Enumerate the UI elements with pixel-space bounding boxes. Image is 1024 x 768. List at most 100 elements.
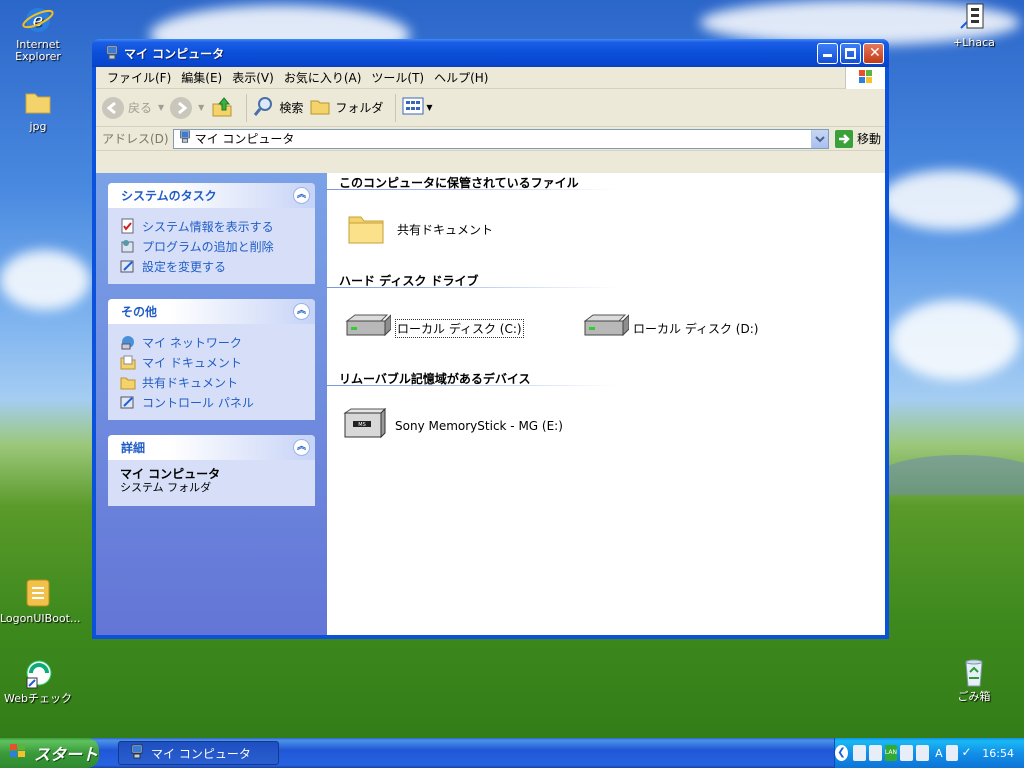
desktop-icon-lhaca[interactable]: +Lhaca — [936, 2, 1012, 49]
taskbar-task-my-computer[interactable]: マイ コンピュータ — [118, 741, 279, 765]
toolbar-separator — [246, 93, 248, 122]
tray-ime-indicator[interactable]: A — [935, 747, 943, 760]
wallpaper-cloud — [0, 250, 90, 310]
other-places-panel: その他 ︽ マイ ネットワーク マイ ドキュメント 共有ドキュメント コントロー… — [108, 299, 315, 420]
go-label: 移動 — [856, 132, 881, 146]
svg-text:MS: MS — [358, 422, 366, 428]
task-change-settings[interactable]: 設定を変更する — [120, 256, 303, 276]
tray-ime-tool-icon[interactable]: ✓ — [961, 745, 974, 761]
desktop-icon-label: Internet Explorer — [15, 38, 61, 63]
desktop-icon-jpg-folder[interactable]: jpg — [0, 86, 76, 133]
start-button[interactable]: スタート — [0, 738, 99, 768]
menu-edit[interactable]: 編集(E) — [176, 69, 227, 86]
my-computer-icon — [129, 744, 145, 763]
window-content: ファイル(F) 編集(E) 表示(V) お気に入り(A) ツール(T) ヘルプ(… — [96, 67, 885, 635]
group-divider — [327, 385, 617, 386]
details-header[interactable]: 詳細 ︽ — [108, 435, 315, 460]
back-dropdown-icon[interactable]: ▼ — [158, 103, 164, 112]
minimize-button[interactable] — [817, 42, 838, 64]
maximize-button[interactable] — [840, 42, 861, 64]
item-shared-documents[interactable]: 共有ドキュメント — [347, 209, 493, 250]
folders-button[interactable]: フォルダ — [309, 95, 383, 120]
group-divider — [327, 287, 617, 288]
tray-expand-icon[interactable]: ❮ — [835, 745, 848, 761]
tray-safely-remove-icon[interactable] — [868, 745, 882, 761]
place-label: マイ ドキュメント — [142, 355, 242, 370]
item-local-disk-c[interactable]: ローカル ディスク (C:) — [343, 313, 524, 344]
desktop-icon-label: Webチェック — [4, 692, 72, 705]
place-shared-documents[interactable]: 共有ドキュメント — [120, 372, 303, 392]
item-label: Sony MemoryStick - MG (E:) — [395, 418, 563, 433]
task-label: 設定を変更する — [142, 259, 227, 274]
place-label: コントロール パネル — [142, 395, 254, 410]
internet-explorer-icon: e — [21, 4, 55, 36]
views-button[interactable]: ▼ — [402, 95, 433, 120]
system-tasks-header[interactable]: システムのタスク ︽ — [108, 183, 315, 208]
control-panel-icon — [120, 394, 136, 410]
task-add-remove-programs[interactable]: プログラムの追加と削除 — [120, 236, 303, 256]
tray-pen-icon[interactable] — [916, 745, 930, 761]
window-title: マイ コンピュータ — [124, 46, 225, 61]
address-dropdown-button[interactable] — [810, 129, 828, 148]
search-label: 検索 — [279, 101, 304, 115]
menu-help[interactable]: ヘルプ(H) — [429, 69, 493, 86]
go-button[interactable]: 移動 — [834, 129, 881, 148]
document-icon — [21, 578, 55, 610]
collapse-chevron-icon[interactable]: ︽ — [293, 187, 310, 204]
task-label: プログラムの追加と削除 — [142, 239, 274, 254]
collapse-chevron-icon[interactable]: ︽ — [293, 303, 310, 320]
menu-view[interactable]: 表示(V) — [227, 69, 279, 86]
desktop-icon-label: LogonUIBoot... — [0, 612, 81, 625]
task-label: マイ コンピュータ — [151, 746, 251, 761]
desktop-icon-webcheck[interactable]: Webチェック — [0, 658, 76, 705]
close-button[interactable]: ✕ — [863, 42, 884, 64]
place-my-documents[interactable]: マイ ドキュメント — [120, 352, 303, 372]
place-my-network[interactable]: マイ ネットワーク — [120, 332, 303, 352]
up-button[interactable] — [210, 94, 234, 121]
item-local-disk-d[interactable]: ローカル ディスク (D:) — [581, 313, 758, 344]
task-view-system-info[interactable]: システム情報を表示する — [120, 216, 303, 236]
place-label: マイ ネットワーク — [142, 335, 242, 350]
task-label: システム情報を表示する — [142, 219, 274, 234]
forward-dropdown-icon[interactable]: ▼ — [198, 103, 204, 112]
toolbar: 戻る ▼ ▼ 検索 フォルダ ▼ — [96, 89, 885, 127]
explorer-window: マイ コンピュータ ✕ ファイル(F) 編集(E) 表示(V) お気に入り(A)… — [92, 39, 889, 639]
window-body: システムのタスク ︽ システム情報を表示する プログラムの追加と削除 設定を変更… — [96, 173, 885, 635]
my-computer-icon — [178, 130, 192, 147]
recycle-bin-icon — [957, 656, 991, 688]
place-control-panel[interactable]: コントロール パネル — [120, 392, 303, 412]
back-button[interactable]: 戻る ▼ — [102, 96, 164, 119]
group-divider — [327, 189, 617, 190]
panel-title: システムのタスク — [121, 189, 217, 203]
tray-network-icon[interactable] — [852, 745, 866, 761]
tray-ime-mode-icon[interactable] — [945, 745, 959, 761]
tray-lan-icon[interactable]: LAN — [884, 745, 898, 761]
tray-display-icon[interactable] — [900, 745, 914, 761]
forward-button[interactable]: ▼ — [170, 96, 204, 119]
system-tray: ❮ LAN A ✓ 16:54 — [834, 738, 1024, 768]
tray-clock[interactable]: 16:54 — [982, 747, 1014, 760]
desktop-icon-recycle-bin[interactable]: ごみ箱 — [936, 656, 1012, 703]
menu-tools[interactable]: ツール(T) — [366, 69, 429, 86]
toolbar-separator — [395, 93, 397, 122]
address-bar: アドレス(D) マイ コンピュータ 移動 — [96, 127, 885, 151]
menu-favorites[interactable]: お気に入り(A) — [279, 69, 367, 86]
item-label: ローカル ディスク (C:) — [395, 319, 524, 338]
menu-file[interactable]: ファイル(F) — [102, 69, 176, 86]
other-places-header[interactable]: その他 ︽ — [108, 299, 315, 324]
file-list-pane: このコンピュータに保管されているファイル 共有ドキュメント ハード ディスク ド… — [327, 173, 885, 635]
item-label: ローカル ディスク (D:) — [633, 322, 759, 336]
collapse-chevron-icon[interactable]: ︽ — [293, 439, 310, 456]
item-memorystick-e[interactable]: MS Sony MemoryStick - MG (E:) — [343, 407, 563, 444]
control-panel-icon — [120, 258, 136, 274]
address-input[interactable]: マイ コンピュータ — [172, 128, 829, 149]
panel-title: 詳細 — [121, 441, 146, 455]
taskbar: スタート マイ コンピュータ ❮ LAN A ✓ 16:54 — [0, 738, 1024, 768]
my-documents-icon — [120, 354, 136, 370]
window-titlebar[interactable]: マイ コンピュータ ✕ — [92, 39, 889, 67]
wallpaper-hill — [880, 455, 1024, 495]
search-button[interactable]: 検索 — [253, 95, 303, 120]
desktop-icon-label: ごみ箱 — [957, 690, 991, 703]
desktop-icon-logonui[interactable]: LogonUIBoot... — [0, 578, 81, 625]
desktop-icon-internet-explorer[interactable]: e Internet Explorer — [0, 4, 76, 63]
